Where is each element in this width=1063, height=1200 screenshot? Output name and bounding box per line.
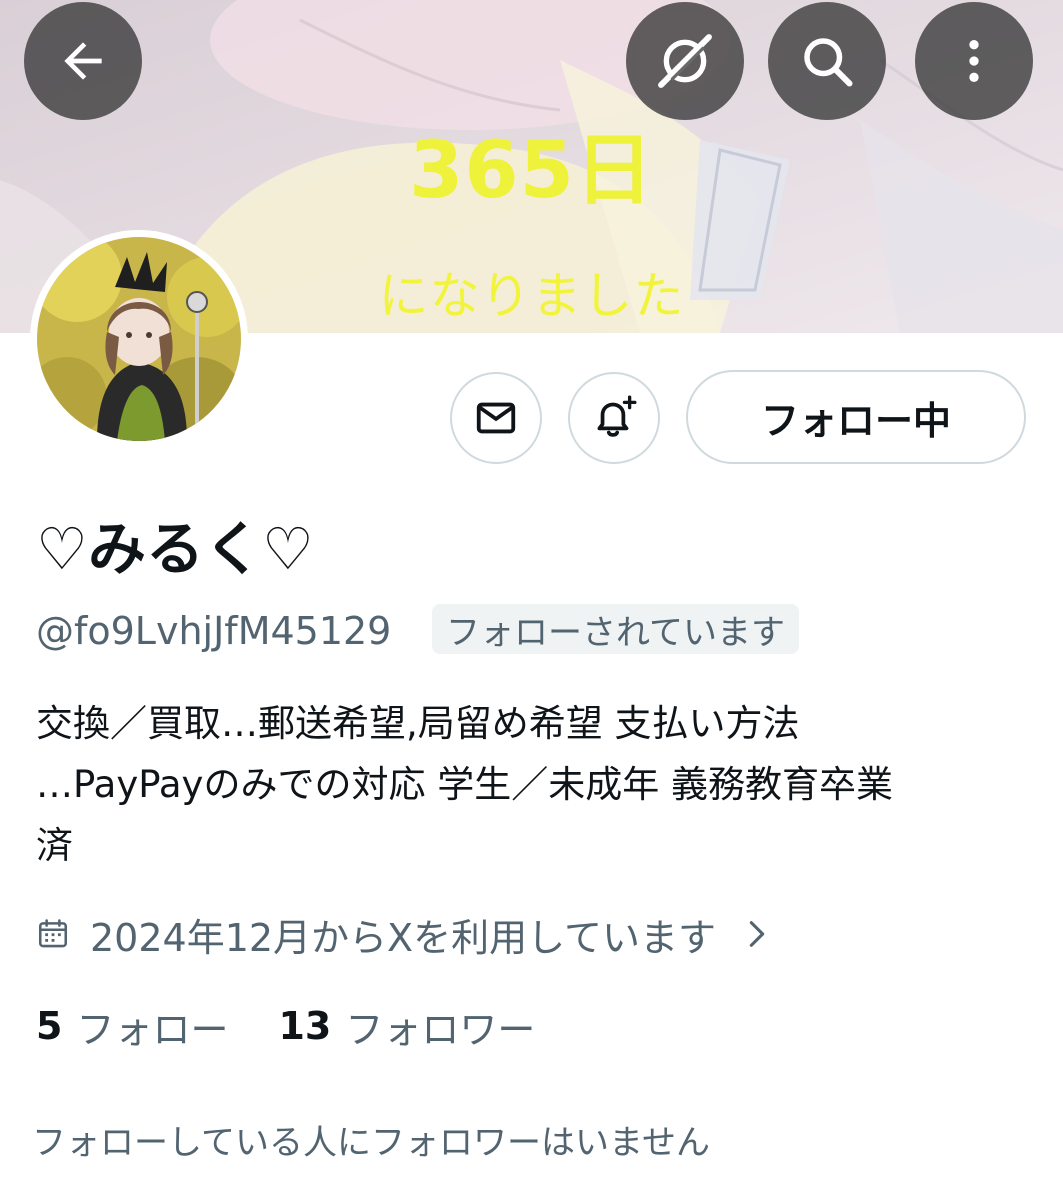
calendar-icon — [36, 917, 70, 951]
followers-label: フォロワー — [345, 1007, 536, 1052]
following-label: フォロー — [76, 1007, 229, 1052]
display-name: ♡みるく♡ — [36, 515, 314, 583]
avatar-image — [37, 237, 241, 441]
message-button[interactable] — [450, 372, 542, 464]
banner-text-days: 365日 — [409, 126, 654, 216]
following-count: 5 — [36, 1004, 63, 1048]
notifications-button[interactable] — [568, 372, 660, 464]
following-button[interactable]: フォロー中 — [686, 370, 1026, 464]
following-stat[interactable]: 5 フォロー — [36, 999, 228, 1054]
bio-line: 交換／買取…郵送希望,局留め希望 支払い方法 — [36, 702, 800, 745]
more-options-button[interactable] — [915, 2, 1033, 120]
more-vertical-icon — [969, 40, 979, 82]
follows-you-badge: フォローされています — [432, 604, 799, 654]
search-icon — [804, 38, 853, 87]
grok-icon — [658, 34, 712, 88]
followers-stat[interactable]: 13 フォロワー — [278, 999, 535, 1054]
bio-line: 済 — [36, 824, 73, 867]
back-button[interactable] — [24, 2, 142, 120]
user-handle: @fo9LvhjJfM45129 — [36, 609, 392, 653]
joined-date-row[interactable]: 2024年12月からXを利用しています — [36, 908, 770, 960]
envelope-icon — [476, 402, 516, 434]
arrow-left-icon — [64, 42, 102, 80]
avatar[interactable] — [30, 230, 248, 448]
bio-line: …PayPayのみでの対応 学生／未成年 義務教育卒業 — [36, 763, 893, 806]
follow-stats: 5 フォロー 13 フォロワー — [36, 1000, 535, 1052]
chevron-right-icon — [744, 917, 770, 951]
bell-plus-icon — [597, 395, 637, 437]
search-button[interactable] — [768, 2, 886, 120]
mutual-followers-note: フォローしている人にフォロワーはいません — [32, 1123, 710, 1163]
followers-count: 13 — [278, 1004, 332, 1048]
profile-bio: 交換／買取…郵送希望,局留め希望 支払い方法 …PayPayのみでの対応 学生／… — [36, 693, 1036, 876]
grok-button[interactable] — [626, 2, 744, 120]
joined-date-text: 2024年12月からXを利用しています — [90, 915, 716, 960]
